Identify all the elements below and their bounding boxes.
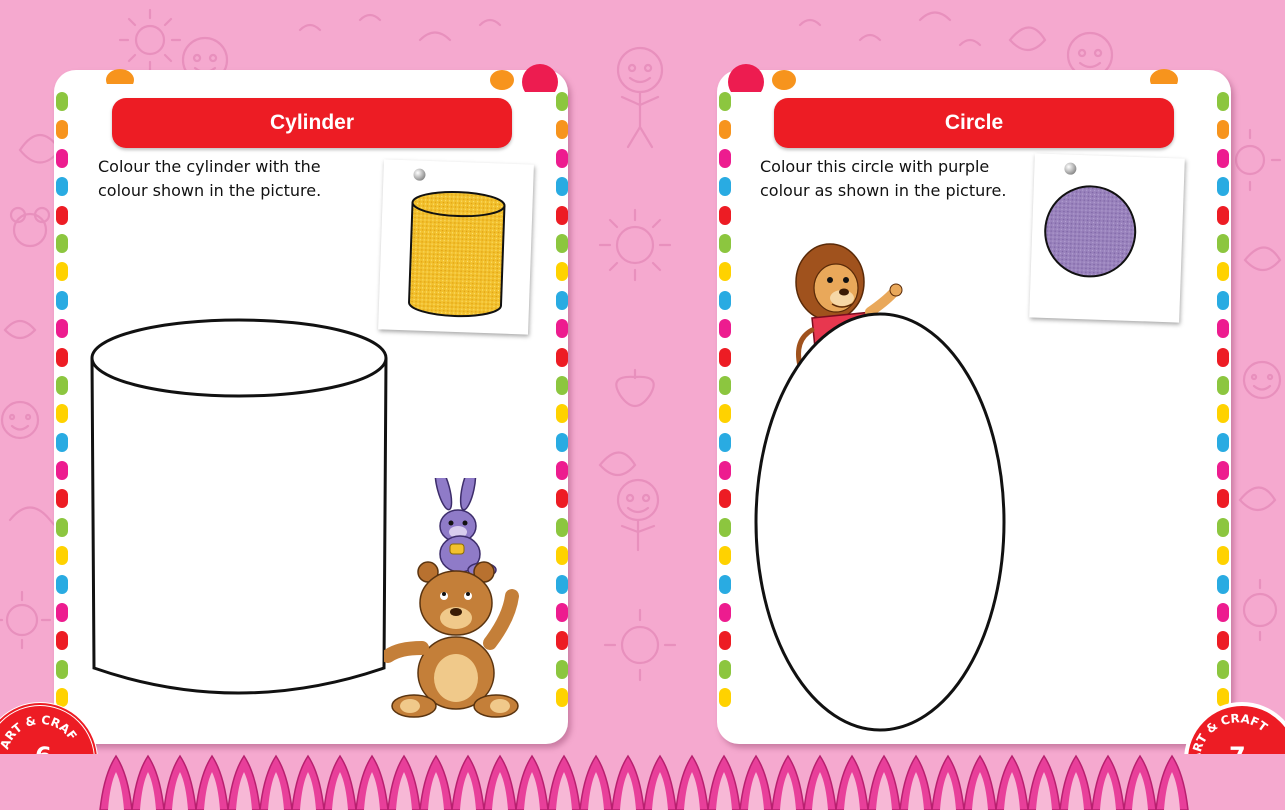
left-instruction-line1: Colour the cylinder with the <box>98 157 321 176</box>
bear-icon <box>384 561 519 718</box>
bottom-petal-border <box>0 754 1285 810</box>
left-top-tab-icon <box>106 69 134 84</box>
left-page-edge-dots-right <box>556 92 568 717</box>
circle-outline[interactable] <box>752 310 1008 736</box>
bear-and-rabbit-icon <box>384 478 519 718</box>
right-instruction-line2: colour as shown in the picture. <box>760 181 1007 200</box>
right-instruction-line1: Colour this circle with purple <box>760 157 990 176</box>
right-top-tab-icon <box>1150 69 1178 84</box>
reference-card-cylinder <box>378 159 534 335</box>
left-instruction: Colour the cylinder with the colour show… <box>98 155 321 203</box>
pin-icon <box>413 168 426 181</box>
page-title-circle: Circle <box>774 98 1174 148</box>
pin-icon <box>1064 162 1077 175</box>
purple-circle-icon <box>1044 185 1137 278</box>
yellow-cylinder-icon <box>408 190 506 318</box>
right-instruction: Colour this circle with purple colour as… <box>760 155 1006 203</box>
left-page-edge-dots-left <box>56 92 68 717</box>
reference-card-circle <box>1029 153 1185 323</box>
left-instruction-line2: colour shown in the picture. <box>98 181 322 200</box>
page-title-cylinder: Cylinder <box>112 98 512 148</box>
left-top-right-tabs-icon <box>490 64 558 92</box>
right-top-left-tabs-icon <box>728 64 796 92</box>
cylinder-outline[interactable] <box>88 316 392 716</box>
right-page-edge-dots-right <box>1217 92 1229 717</box>
right-page-edge-dots-left <box>719 92 731 717</box>
